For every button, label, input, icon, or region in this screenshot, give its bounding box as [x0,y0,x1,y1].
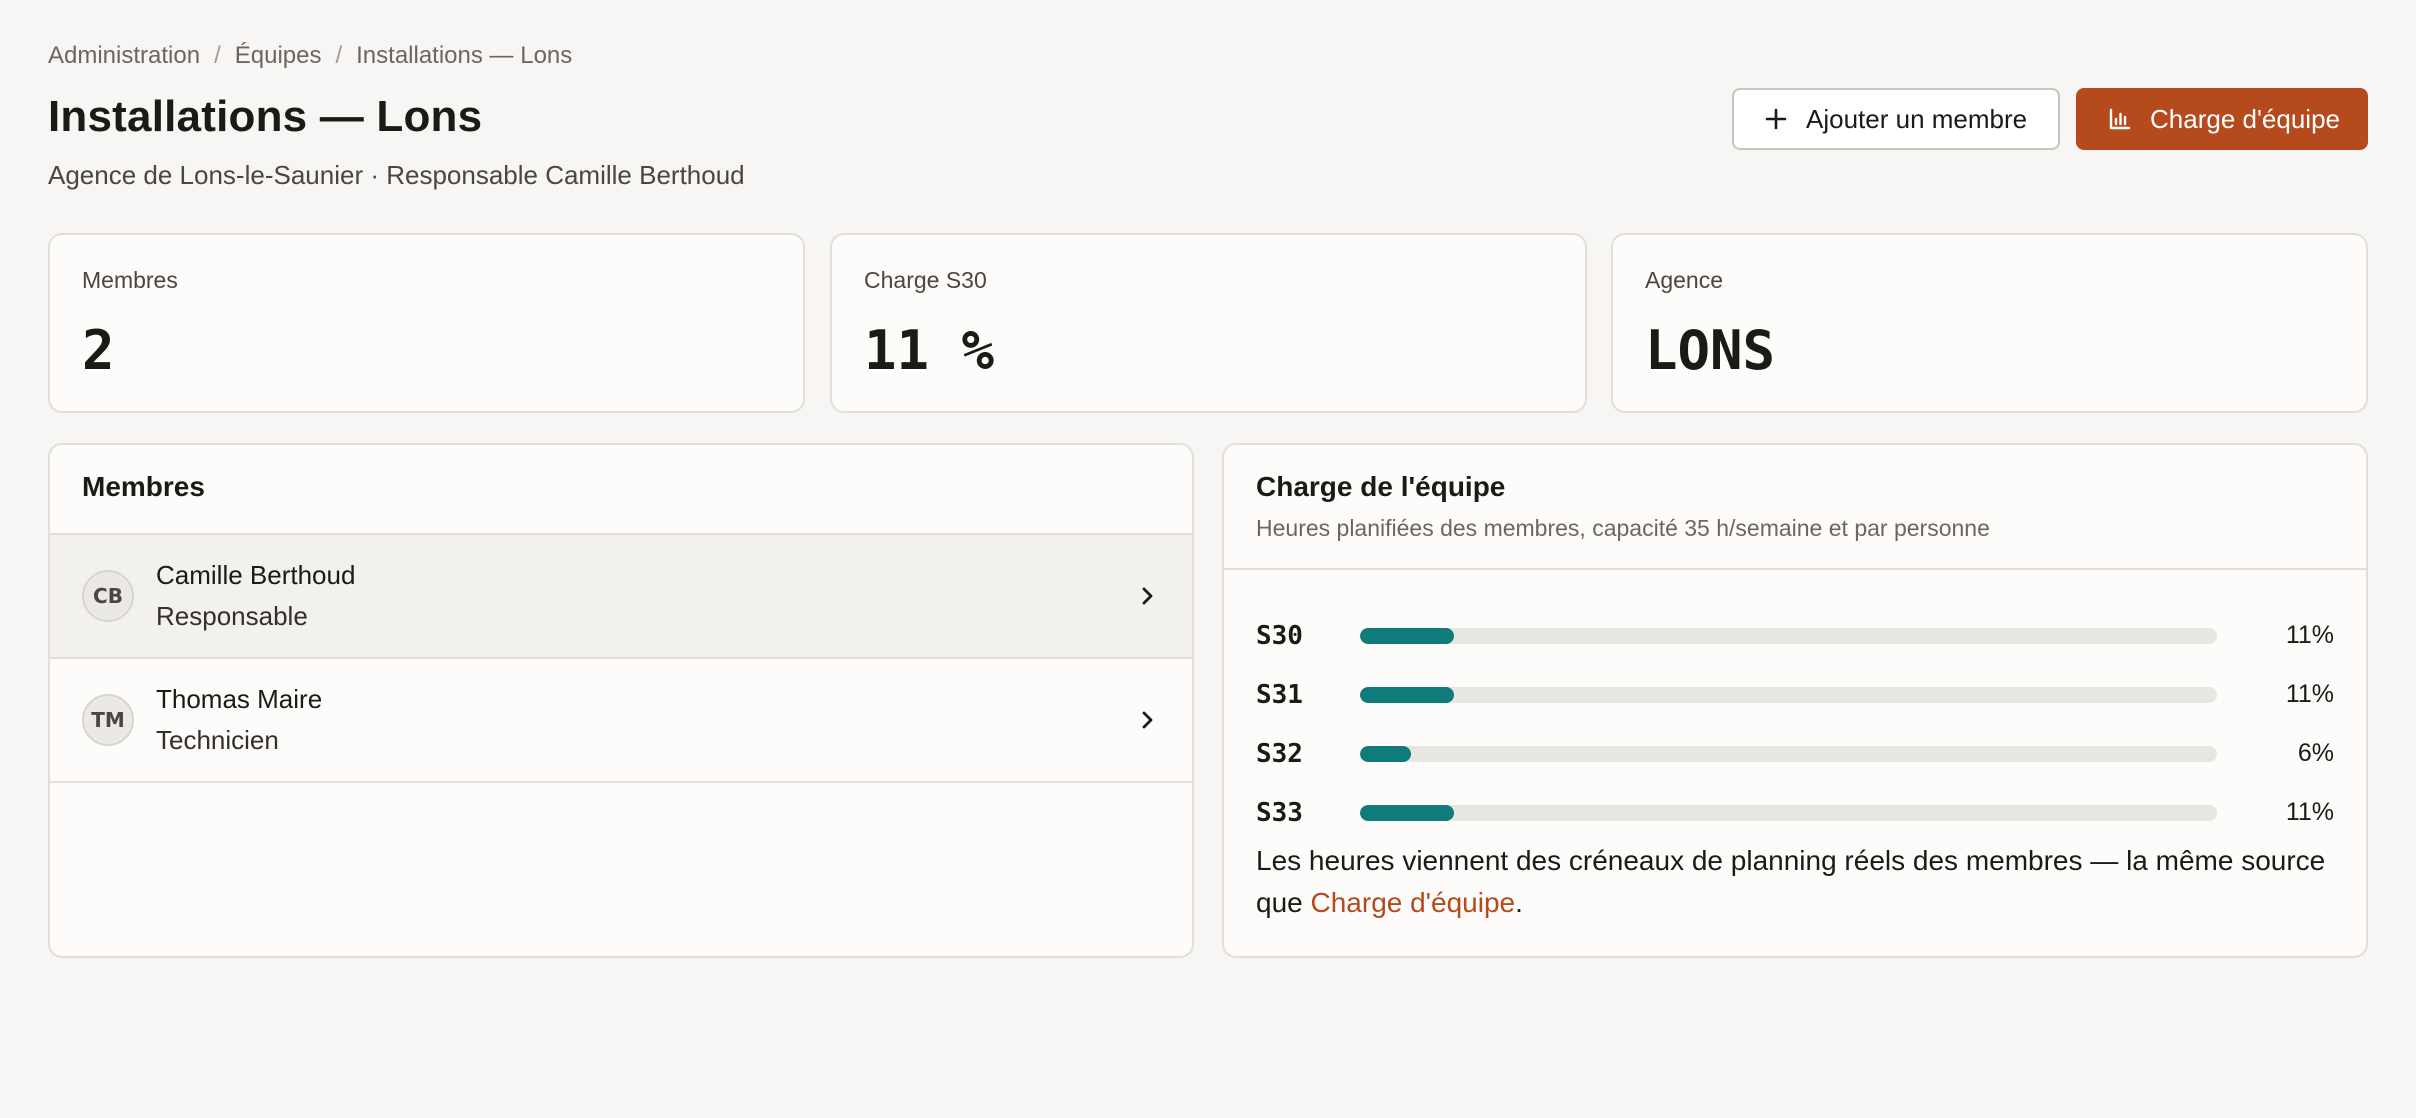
week-label: S33 [1256,797,1303,828]
page-title: Installations — Lons [48,92,483,141]
load-bar-track [1360,804,2217,821]
load-row: S32 6% [1256,724,2334,783]
team-load-button[interactable]: Charge d'équipe [2076,88,2368,150]
load-bar-fill [1360,627,1455,644]
list-item-member[interactable]: TM Thomas Maire Technicien [50,659,1192,783]
stat-value: 11 % [864,319,995,382]
breadcrumb-separator: / [335,42,343,69]
avatar: CB [82,570,134,622]
team-load-link[interactable]: Charge d'équipe [1311,887,1516,918]
load-row: S31 11% [1256,665,2334,724]
load-percent: 6% [2297,739,2334,767]
member-role: Responsable [156,601,308,631]
stat-label: Agence [1645,267,1724,293]
week-label: S32 [1256,738,1303,769]
team-load-panel-title: Charge de l'équipe [1256,471,1506,502]
members-panel-title: Membres [82,471,205,502]
add-member-button[interactable]: Ajouter un membre [1732,88,2060,150]
load-percent: 11% [2285,621,2334,649]
member-info: Camille Berthoud Responsable [156,560,355,632]
breadcrumb-administration[interactable]: Administration [48,42,200,70]
load-percent: 11% [2285,680,2334,708]
load-bar-fill [1360,686,1455,703]
load-bar-track [1360,686,2217,703]
team-load-panel-subtitle: Heures planifiées des membres, capacité … [1256,515,1990,541]
stat-value: LONS [1645,319,1776,382]
team-load-panel: Charge de l'équipe Heures planifiées des… [1222,443,2368,958]
load-bar-fill [1360,745,1412,762]
stat-label: Membres [82,267,178,293]
avatar: TM [82,694,134,746]
load-bar-track [1360,745,2217,762]
page-subtitle: Agence de Lons-le-Saunier · Responsable … [48,160,745,190]
team-load-label: Charge d'équipe [2150,103,2340,134]
load-row: S33 11% [1256,783,2334,842]
member-info: Thomas Maire Technicien [156,684,322,756]
breadcrumb: Administration / Équipes / Installations… [48,42,572,70]
breadcrumb-current: Installations — Lons [356,42,573,69]
load-bar-track [1360,627,2217,644]
load-bar-fill [1360,804,1455,821]
note-end: . [1515,887,1523,918]
team-load-panel-header: Charge de l'équipe Heures planifiées des… [1224,445,2366,570]
stat-label: Charge S30 [864,267,987,293]
week-label: S30 [1256,620,1303,651]
member-role: Technicien [156,725,279,755]
plus-icon [1762,105,1790,133]
weekly-load-list: S30 11% S31 11% S32 6% S33 11% [1224,570,2366,842]
member-name: Camille Berthoud [156,560,356,590]
member-name: Thomas Maire [156,684,323,714]
load-row: S30 11% [1256,606,2334,665]
members-panel: Membres CB Camille Berthoud Responsable … [48,443,1194,958]
team-page: Administration / Équipes / Installations… [0,0,2416,1118]
breadcrumb-equipes[interactable]: Équipes [235,42,322,70]
stat-card-members: Membres 2 [48,233,805,413]
stat-card-load: Charge S30 11 % [830,233,1587,413]
bar-chart-icon [2106,105,2134,133]
chevron-right-icon [1138,710,1158,730]
load-source-note: Les heures viennent des créneaux de plan… [1256,840,2336,924]
stat-card-agency: Agence LONS [1611,233,2368,413]
breadcrumb-separator: / [214,42,221,69]
load-percent: 11% [2285,798,2334,826]
list-item-member[interactable]: CB Camille Berthoud Responsable [50,535,1192,659]
add-member-label: Ajouter un membre [1806,103,2028,134]
stat-value: 2 [82,319,115,382]
members-panel-header: Membres [50,445,1192,535]
week-label: S31 [1256,679,1303,710]
chevron-right-icon [1138,586,1158,606]
